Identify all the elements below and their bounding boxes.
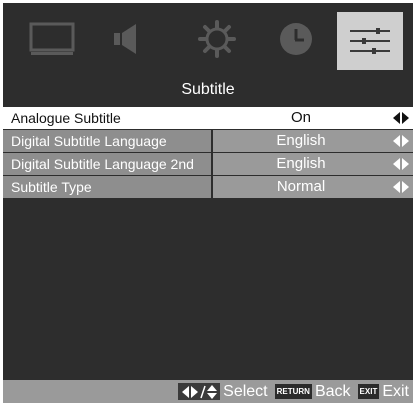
menu-row-digital-subtitle-language-2nd[interactable]: Digital Subtitle Language 2nd English	[3, 153, 413, 175]
back-hint-label: Back	[314, 382, 351, 400]
tab-option[interactable]	[337, 12, 403, 70]
footer-hints: Select RETURN Back EXIT Exit	[3, 380, 413, 403]
menu-item-label: Analogue Subtitle	[3, 107, 211, 129]
menu-item-value: English	[213, 153, 389, 175]
select-hint-label: Select	[223, 382, 268, 400]
tab-time[interactable]	[266, 13, 326, 65]
menu-item-label: Digital Subtitle Language 2nd	[3, 153, 211, 175]
tv-osd-menu: Subtitle Analogue Subtitle On Digital Su…	[3, 3, 413, 403]
menu-item-label: Digital Subtitle Language	[3, 130, 211, 152]
menu-item-value: English	[213, 130, 389, 152]
left-right-arrows-icon[interactable]	[389, 130, 413, 152]
sound-icon	[108, 22, 142, 56]
left-right-arrows-icon[interactable]	[389, 176, 413, 198]
section-title: Subtitle	[181, 81, 235, 98]
exit-key-badge: EXIT	[357, 384, 380, 399]
left-right-arrows-icon[interactable]	[389, 107, 413, 129]
menu-tabs	[3, 3, 413, 75]
option-sliders-icon	[348, 26, 392, 56]
tab-setup[interactable]	[187, 13, 247, 65]
tab-picture[interactable]	[22, 13, 82, 65]
menu-row-analogue-subtitle[interactable]: Analogue Subtitle On	[3, 107, 413, 129]
menu-item-value: Normal	[213, 176, 389, 198]
menu-row-digital-subtitle-language[interactable]: Digital Subtitle Language English	[3, 130, 413, 152]
setup-gear-icon	[197, 19, 237, 59]
menu-item-label: Subtitle Type	[3, 176, 211, 198]
time-clock-icon	[278, 21, 314, 57]
return-key-badge: RETURN	[274, 384, 312, 399]
left-right-arrows-icon[interactable]	[389, 153, 413, 175]
exit-hint-label: Exit	[382, 382, 409, 400]
menu-row-subtitle-type[interactable]: Subtitle Type Normal	[3, 176, 413, 198]
navigate-keys-icon	[178, 383, 221, 400]
tab-sound[interactable]	[95, 13, 155, 65]
menu-item-value: On	[213, 107, 389, 129]
subtitle-menu: Analogue Subtitle On Digital Subtitle La…	[3, 107, 413, 199]
picture-icon	[29, 22, 75, 56]
